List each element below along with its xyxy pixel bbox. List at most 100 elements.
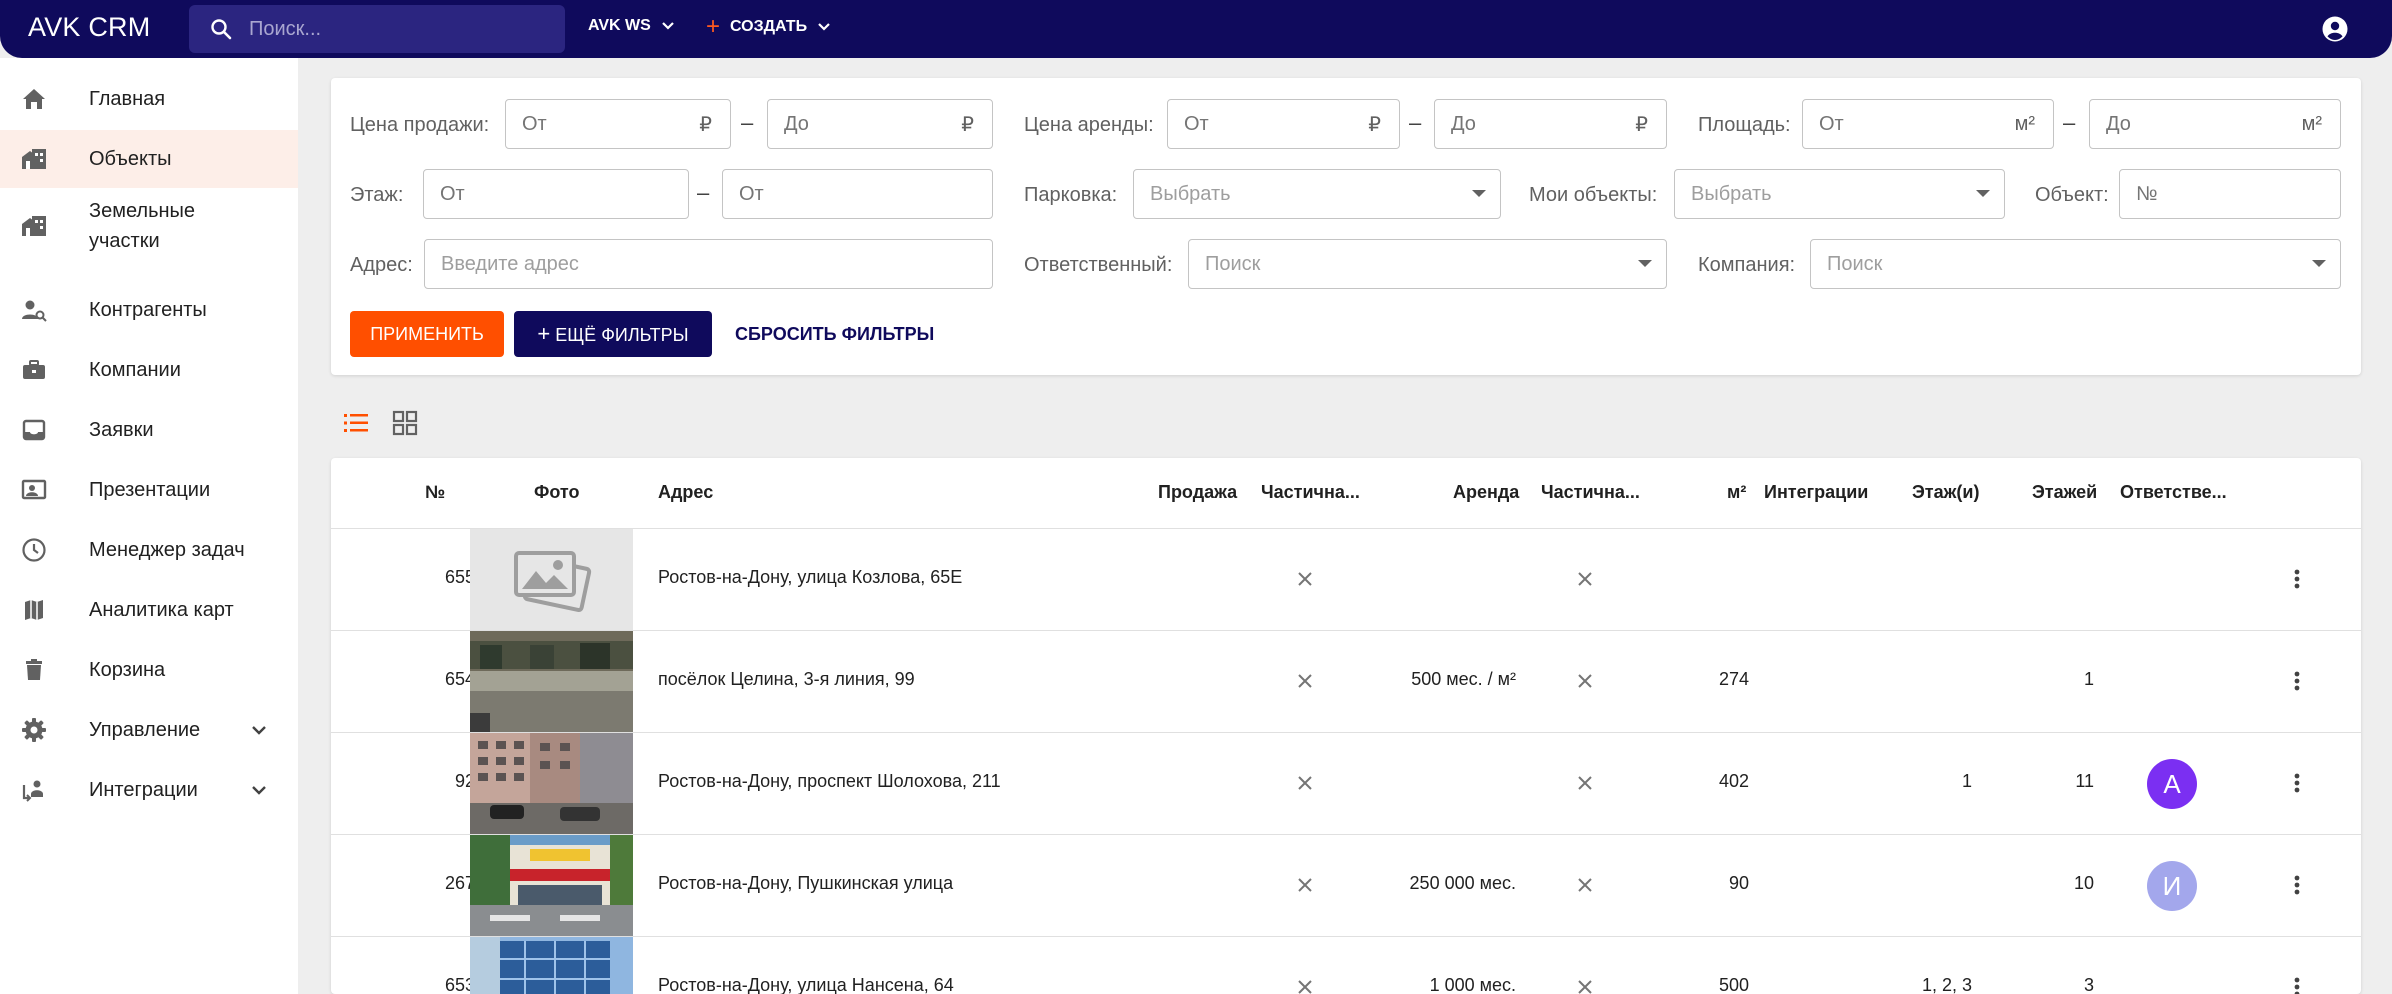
sidebar-item-task-manager[interactable]: Менеджер задач (0, 521, 298, 579)
table-row[interactable]: 267 Ростов-на-Дону, Пушкинская улица 250… (331, 835, 2361, 937)
search-box[interactable] (189, 5, 565, 53)
rent-price-to-field[interactable]: До ₽ (1434, 99, 1667, 149)
land-icon (20, 212, 48, 240)
avatar[interactable]: А (2147, 759, 2197, 809)
table-row[interactable]: 654 посёлок Целина, 3-я линия, 99 500 ме… (331, 631, 2361, 733)
object-number-field[interactable]: № (2119, 169, 2341, 219)
column-header-sale-partial[interactable]: Частична... (1261, 482, 1360, 503)
ruble-unit: ₽ (961, 113, 974, 136)
rent-price-from-field[interactable]: От ₽ (1167, 99, 1400, 149)
my-objects-select[interactable]: Выбрать (1674, 169, 2005, 219)
more-vert-icon[interactable] (2293, 975, 2301, 994)
row-floor: 1, 2, 3 (1921, 975, 1972, 994)
avatar[interactable]: И (2147, 861, 2197, 911)
workspace-menu[interactable]: AVK WS (588, 17, 675, 35)
range-dash: – (697, 180, 710, 205)
company-select[interactable]: Поиск (1810, 239, 2341, 289)
area-unit: м² (2014, 112, 2035, 135)
sidebar-item-label: Аналитика карт (89, 599, 234, 621)
sidebar-item-presentations[interactable]: Презентации (0, 461, 298, 519)
sale-price-to-placeholder: До (784, 112, 809, 135)
responsible-placeholder: Поиск (1205, 252, 1261, 275)
table-row[interactable]: 92 Ростов-на-Дону, проспект Шолохова, 21… (331, 733, 2361, 835)
app-title[interactable]: AVK CRM (28, 12, 150, 43)
floor-from-field[interactable]: От (423, 169, 689, 219)
sale-price-from-field[interactable]: От ₽ (505, 99, 731, 149)
column-header-photo[interactable]: Фото (534, 482, 579, 503)
column-header-address[interactable]: Адрес (658, 482, 713, 503)
column-header-rent-partial[interactable]: Частична... (1541, 482, 1640, 503)
area-label: Площадь: (1698, 114, 1791, 136)
account-icon[interactable] (2322, 16, 2348, 42)
area-to-placeholder: До (2106, 112, 2131, 135)
column-header-floors[interactable]: Этажей (2032, 482, 2097, 503)
sidebar-item-integrations[interactable]: Интеграции (0, 761, 298, 819)
company-label: Компания: (1698, 254, 1796, 276)
column-header-sale[interactable]: Продажа (1158, 482, 1237, 503)
sidebar-item-objects[interactable]: Объекты (0, 130, 298, 188)
sidebar-item-requests[interactable]: Заявки (0, 401, 298, 459)
sidebar-item-contractors[interactable]: Контрагенты (0, 281, 298, 339)
close-icon (1298, 776, 1312, 790)
parking-select[interactable]: Выбрать (1133, 169, 1501, 219)
row-address: Ростов-на-Дону, улица Нансена, 64 (658, 975, 954, 994)
sidebar-item-trash[interactable]: Корзина (0, 641, 298, 699)
more-vert-icon[interactable] (2293, 873, 2301, 897)
presentation-icon (20, 476, 48, 504)
sidebar-item-label: Корзина (89, 659, 166, 681)
table-row[interactable]: 655 Ростов-на-Дону, улица Козлова, 65Е (331, 529, 2361, 631)
range-dash: – (1409, 110, 1422, 135)
dropdown-arrow-icon (1976, 190, 1990, 197)
sidebar-item-home[interactable]: Главная (0, 70, 298, 128)
sidebar-item-label: Контрагенты (89, 299, 207, 321)
more-filters-label: ЕЩЁ ФИЛЬТРЫ (555, 325, 689, 345)
my-objects-label: Мои объекты: (1529, 184, 1658, 206)
parking-label: Парковка: (1024, 184, 1118, 206)
chevron-down-icon (818, 23, 830, 31)
column-header-num[interactable]: № (425, 482, 445, 503)
sidebar-item-label: Земельные участки (89, 200, 196, 252)
row-address: Ростов-на-Дону, проспект Шолохова, 211 (658, 771, 1001, 791)
area-from-field[interactable]: От м² (1802, 99, 2054, 149)
sale-price-to-field[interactable]: До ₽ (767, 99, 993, 149)
area-unit: м² (2301, 112, 2322, 135)
row-rent: 250 000 мес. (1409, 873, 1516, 893)
ruble-unit: ₽ (1368, 113, 1381, 136)
object-photo-placeholder (470, 529, 633, 630)
table-row[interactable]: 653 Ростов-на-Дону, улица Нансена, 64 1 … (331, 937, 2361, 994)
floor-to-placeholder: От (739, 182, 764, 205)
object-photo (470, 835, 633, 936)
sidebar-item-companies[interactable]: Компании (0, 341, 298, 399)
reset-filters-button[interactable]: СБРОСИТЬ ФИЛЬТРЫ (723, 311, 946, 357)
sidebar-item-management[interactable]: Управление (0, 701, 298, 759)
sidebar-item-map-analytics[interactable]: Аналитика карт (0, 581, 298, 639)
dropdown-arrow-icon (1472, 190, 1486, 197)
search-input[interactable] (249, 17, 529, 41)
sidebar: Главная Объекты Земельные участки Контра… (0, 58, 298, 994)
sidebar-item-land[interactable]: Земельные участки (0, 190, 298, 262)
column-header-rent[interactable]: Аренда (1453, 482, 1519, 503)
list-view-icon[interactable] (343, 410, 369, 436)
column-header-responsible[interactable]: Ответстве... (2120, 482, 2227, 503)
row-floors: 11 (2075, 771, 2094, 791)
area-to-field[interactable]: До м² (2089, 99, 2341, 149)
more-vert-icon[interactable] (2293, 771, 2301, 795)
create-menu[interactable]: + СОЗДАТЬ (706, 15, 831, 39)
column-header-floor[interactable]: Этаж(и) (1912, 482, 1979, 503)
grid-view-icon[interactable] (392, 410, 418, 436)
sidebar-item-label: Компании (89, 359, 181, 381)
row-floors: 3 (2083, 975, 2094, 994)
column-header-area[interactable]: м² (1727, 482, 1746, 503)
more-vert-icon[interactable] (2293, 567, 2301, 591)
floor-from-placeholder: От (440, 182, 465, 205)
column-header-integrations[interactable]: Интеграции (1764, 482, 1868, 503)
floor-to-field[interactable]: От (722, 169, 993, 219)
sidebar-item-label: Главная (89, 88, 166, 110)
address-field[interactable]: Введите адрес (424, 239, 993, 289)
responsible-select[interactable]: Поиск (1188, 239, 1667, 289)
apply-filters-button[interactable]: ПРИМЕНИТЬ (350, 311, 504, 357)
close-icon (1298, 572, 1312, 586)
more-vert-icon[interactable] (2293, 669, 2301, 693)
row-floors: 1 (2083, 669, 2094, 689)
more-filters-button[interactable]: + ЕЩЁ ФИЛЬТРЫ (514, 311, 712, 357)
